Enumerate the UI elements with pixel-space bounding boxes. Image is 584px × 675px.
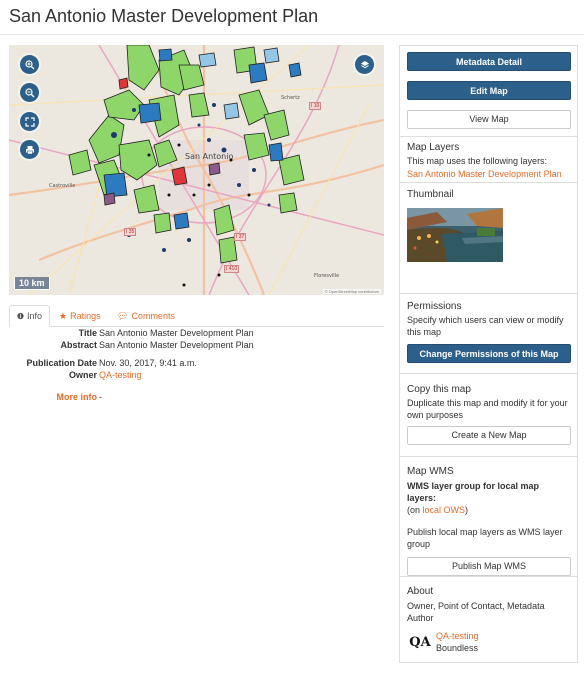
sidebar: Metadata Detail Edit Map View Map Map La… [399, 45, 578, 663]
info-row-abstract: Abstract San Antonio Master Development … [9, 340, 384, 351]
star-icon: ★ [59, 310, 68, 321]
layer-link[interactable]: San Antonio Master Development Plan [407, 168, 570, 180]
fullscreen-icon [24, 116, 35, 127]
layers-icon [360, 60, 369, 68]
tab-info[interactable]: Info [9, 305, 50, 327]
about-org: Boundless [436, 643, 479, 653]
about-roles: Owner, Point of Contact, Metadata Author [407, 601, 545, 623]
road-shield: I 35 [124, 228, 137, 236]
permissions-text: Specify which users can view or modify t… [407, 315, 564, 337]
permissions-title: Permissions [407, 301, 462, 312]
map-scale-bar: 10 km [14, 277, 50, 290]
wms-on-prefix: (on [407, 505, 423, 515]
info-row-owner: Owner QA-testing [9, 370, 384, 381]
wms-on-suffix: ) [465, 505, 469, 515]
info-row-title: Title San Antonio Master Development Pla… [9, 328, 384, 339]
page-title: San Antonio Master Development Plan [9, 6, 319, 26]
publish-map-wms-button[interactable]: Publish Map WMS [407, 557, 571, 576]
more-info-link[interactable]: More info [57, 392, 98, 402]
thumbnail-title: Thumbnail [407, 189, 454, 200]
map-viewer[interactable]: San Antonio Castroville Schertz Floresvi… [9, 45, 384, 295]
pubdate-value: Nov. 30, 2017, 9:41 a.m. [99, 358, 197, 368]
map-thumbnail [407, 208, 503, 262]
map-attribution[interactable]: © OpenStreetMap contributors [322, 289, 381, 294]
user-avatar: QA [409, 634, 431, 650]
comment-icon: 💬︎ [117, 310, 129, 321]
about-user-details: QA-testing Boundless [436, 630, 479, 654]
road-shield: I 410 [224, 265, 240, 273]
detail-tabs: Info ★ Ratings 💬︎ Comments [9, 305, 384, 327]
wms-ows-line: (on local OWS) [407, 504, 570, 516]
print-button[interactable] [20, 140, 39, 159]
permissions-panel: Permissions Specify which users can view… [400, 294, 577, 374]
create-new-map-button[interactable]: Create a New Map [407, 426, 571, 445]
fullscreen-button[interactable] [20, 112, 39, 131]
info-row-more: More info - [9, 392, 384, 403]
map-place-label: Floresville [314, 273, 340, 279]
info-icon [17, 312, 24, 320]
local-ows-link[interactable]: local OWS [423, 505, 466, 515]
map-place-label: Schertz [281, 95, 300, 101]
map-city-label: San Antonio [185, 152, 234, 161]
change-permissions-button[interactable]: Change Permissions of this Map [407, 344, 571, 363]
copy-map-title: Copy this map [407, 384, 471, 395]
title-divider [0, 34, 584, 35]
map-actions-panel: Metadata Detail Edit Map View Map [400, 46, 577, 137]
thumbnail-panel: Thumbnail [400, 183, 577, 294]
owner-link[interactable]: QA-testing [99, 370, 142, 380]
abstract-label: Abstract [60, 340, 97, 350]
layer-switcher-button[interactable] [355, 55, 374, 74]
edit-map-button[interactable]: Edit Map [407, 81, 571, 100]
tab-comments[interactable]: 💬︎ Comments [110, 305, 182, 327]
pubdate-label: Publication Date [26, 358, 97, 368]
map-wms-panel: Map WMS WMS layer group for local map la… [400, 457, 577, 577]
more-info-value: - [99, 392, 102, 402]
map-layers-text: This map uses the following layers: [407, 156, 548, 166]
map-layers-title: Map Layers [407, 142, 460, 153]
view-map-button[interactable]: View Map [407, 110, 571, 129]
metadata-detail-button[interactable]: Metadata Detail [407, 52, 571, 71]
about-title: About [407, 586, 434, 597]
zoom-in-button[interactable] [20, 55, 39, 74]
tab-ratings-label: Ratings [70, 311, 101, 321]
print-icon [25, 145, 34, 154]
tab-info-label: Info [26, 311, 42, 321]
map-place-label: Castroville [49, 183, 76, 189]
zoom-out-icon [24, 87, 34, 97]
zoom-in-icon [24, 59, 34, 69]
map-canvas[interactable] [9, 45, 384, 295]
map-wms-title: Map WMS [407, 466, 454, 477]
owner-label: Owner [68, 370, 97, 380]
road-shield: I 10 [309, 102, 322, 110]
road-shield: I 37 [234, 233, 247, 241]
about-panel: About Owner, Point of Contact, Metadata … [400, 577, 577, 662]
zoom-out-button[interactable] [20, 83, 39, 102]
abstract-value: San Antonio Master Development Plan [99, 340, 254, 350]
info-row-pubdate: Publication Date Nov. 30, 2017, 9:41 a.m… [9, 358, 384, 369]
about-user: QA QA-testing Boundless [407, 630, 570, 654]
map-layers-panel: Map Layers This map uses the following l… [400, 137, 577, 183]
wms-layer-group-heading: WMS layer group for local map layers: [407, 481, 540, 503]
copy-map-text: Duplicate this map and modify it for you… [407, 398, 568, 420]
tab-ratings[interactable]: ★ Ratings [52, 305, 108, 327]
about-user-link[interactable]: QA-testing [436, 630, 479, 642]
wms-publish-text: Publish local map layers as WMS layer gr… [407, 527, 563, 549]
title-value: San Antonio Master Development Plan [99, 328, 254, 338]
tab-comments-label: Comments [131, 311, 175, 321]
copy-map-panel: Copy this map Duplicate this map and mod… [400, 374, 577, 457]
title-label: Title [78, 328, 97, 338]
